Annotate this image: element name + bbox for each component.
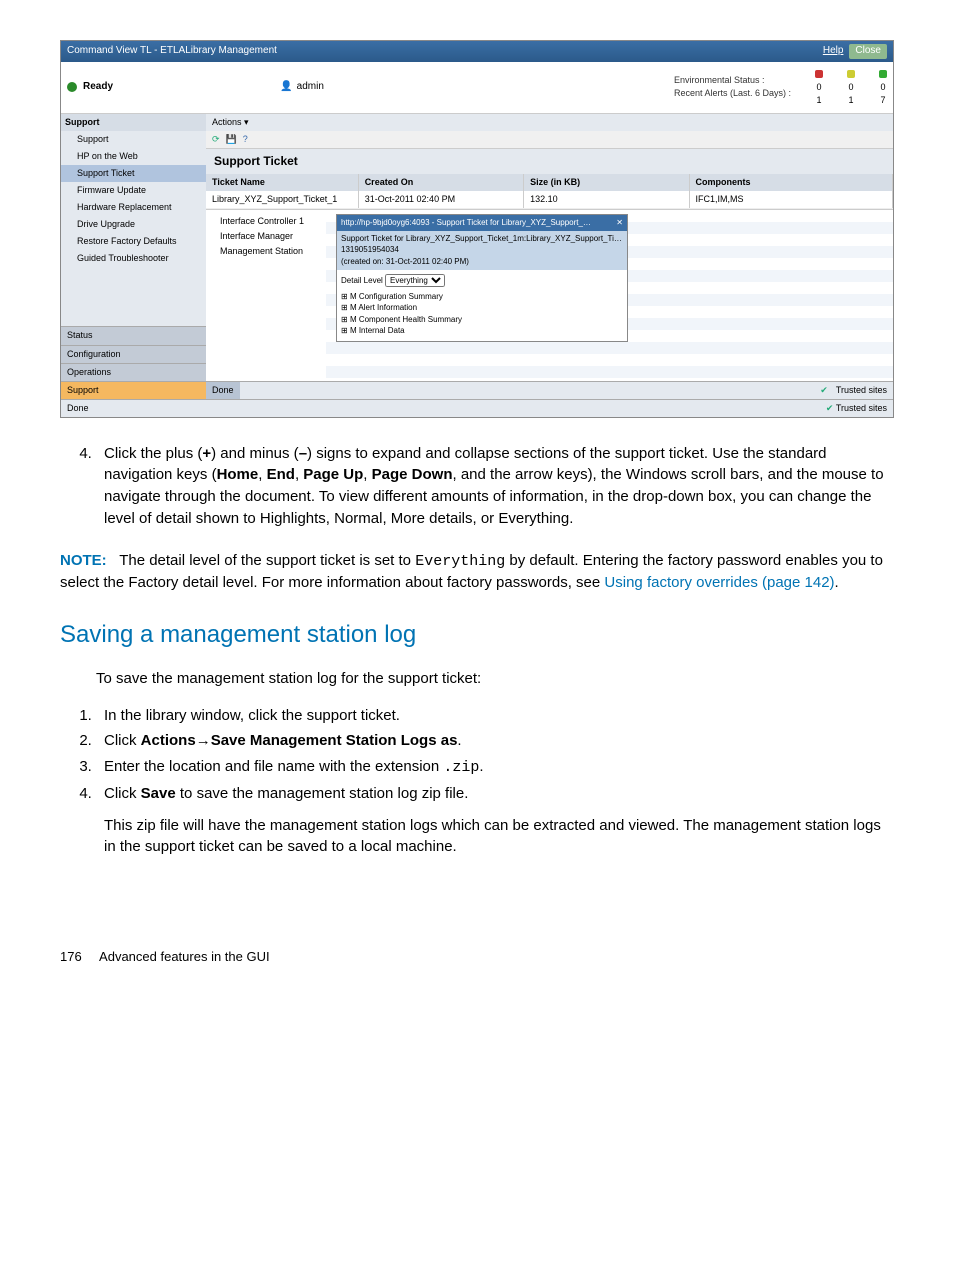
yellow-icon <box>847 70 855 78</box>
close-button[interactable]: Close <box>849 44 887 59</box>
tree-item-ifc[interactable]: Interface Controller 1 <box>206 214 326 229</box>
app-screenshot: Command View TL - ETLALibrary Management… <box>60 40 894 418</box>
window-title: Command View TL - ETLALibrary Management <box>67 44 277 59</box>
sidebar-item-drive[interactable]: Drive Upgrade <box>61 216 206 233</box>
page-title: Advanced features in the GUI <box>99 949 270 964</box>
grid-header: Ticket Name Created On Size (in KB) Comp… <box>206 174 893 191</box>
env-status-label: Environmental Status : <box>674 74 791 87</box>
sidebar-item-support-ticket[interactable]: Support Ticket <box>61 165 206 182</box>
alerts-yel: 1 <box>847 94 855 107</box>
tree-area: Interface Controller 1 Interface Manager… <box>206 209 893 380</box>
cell-created-on: 31-Oct-2011 02:40 PM <box>359 191 524 208</box>
recent-alerts-label: Recent Alerts (Last. 6 Days) : <box>674 87 791 100</box>
status-header: Ready 👤 admin Environmental Status : Rec… <box>61 62 893 114</box>
pane-title: Support Ticket <box>206 149 893 174</box>
footer-trusted-icon: ✔ <box>826 403 834 413</box>
alerts-grn: 7 <box>879 94 887 107</box>
help-link[interactable]: Help <box>823 44 844 59</box>
window-status-bar: Done ✔ Trusted sites <box>61 399 893 417</box>
tree-item-im[interactable]: Interface Manager <box>206 229 326 244</box>
tab-support[interactable]: Support <box>61 381 206 399</box>
inner-status-done: Done <box>206 382 240 399</box>
step-4b-extra: This zip file will have the management s… <box>104 815 894 859</box>
col-created-on: Created On <box>359 174 524 191</box>
cell-ticket-name: Library_XYZ_Support_Ticket_1 <box>206 191 359 208</box>
red-icon <box>815 70 823 78</box>
col-size: Size (in KB) <box>524 174 689 191</box>
footer-done: Done <box>67 402 89 415</box>
footer-trusted: Trusted sites <box>836 403 887 413</box>
env-yel: 0 <box>847 81 855 94</box>
page-number: 176 <box>60 949 82 964</box>
detail-level-label: Detail Level <box>341 276 383 285</box>
cell-components: IFC1,IM,MS <box>690 191 894 208</box>
tree-list: Interface Controller 1 Interface Manager… <box>206 210 326 380</box>
env-red: 0 <box>815 81 823 94</box>
save-icon[interactable]: 💾 <box>226 133 237 146</box>
detail-close-icon[interactable]: ✕ <box>616 217 623 229</box>
detail-item[interactable]: ⊞ M Configuration Summary <box>341 291 623 303</box>
green-icon <box>879 70 887 78</box>
inner-step-list: In the library window, click the support… <box>60 705 894 859</box>
sidebar-item-hardware[interactable]: Hardware Replacement <box>61 199 206 216</box>
cell-size: 132.10 <box>524 191 689 208</box>
detail-titlebar: http://hp-9bjd0oyg6:4093 - Support Ticke… <box>341 217 591 229</box>
alerts-red: 1 <box>815 94 823 107</box>
detail-sub1: Support Ticket for Library_XYZ_Support_T… <box>341 233 623 245</box>
detail-item[interactable]: ⊞ M Alert Information <box>341 302 623 314</box>
tab-status[interactable]: Status <box>61 326 206 344</box>
sidebar-item-restore[interactable]: Restore Factory Defaults <box>61 233 206 250</box>
tree-item-ms[interactable]: Management Station <box>206 244 326 259</box>
tab-configuration[interactable]: Configuration <box>61 345 206 363</box>
sidebar-item-troubleshooter[interactable]: Guided Troubleshooter <box>61 250 206 267</box>
window-titlebar: Command View TL - ETLALibrary Management… <box>61 41 893 62</box>
page-footer: 176 Advanced features in the GUI <box>60 948 894 967</box>
user-label: admin <box>297 80 324 95</box>
sidebar-item-firmware[interactable]: Firmware Update <box>61 182 206 199</box>
detail-level-select[interactable]: Everything <box>385 274 445 287</box>
table-row[interactable]: Library_XYZ_Support_Ticket_1 31-Oct-2011… <box>206 191 893 209</box>
section-heading: Saving a management station log <box>60 618 894 653</box>
detail-pane: http://hp-9bjd0oyg6:4093 - Support Ticke… <box>336 214 628 342</box>
step-2: Click Actions→Save Management Station Lo… <box>96 730 894 752</box>
step-3: Enter the location and file name with th… <box>96 756 894 779</box>
step-1: In the library window, click the support… <box>96 705 894 727</box>
detail-sub3: (created on: 31-Oct-2011 02:40 PM) <box>341 256 623 268</box>
icon-bar: ⟳ 💾 ? <box>206 131 893 149</box>
col-ticket-name: Ticket Name <box>206 174 359 191</box>
note-label: NOTE: <box>60 552 107 569</box>
detail-item[interactable]: ⊞ M Component Health Summary <box>341 314 623 326</box>
main-pane: Actions ▾ ⟳ 💾 ? Support Ticket Ticket Na… <box>206 114 893 399</box>
env-grn: 0 <box>879 81 887 94</box>
user-icon: 👤 <box>280 80 292 95</box>
main-body: Support Support HP on the Web Support Ti… <box>61 114 893 399</box>
col-components: Components <box>690 174 894 191</box>
inner-status-trusted: Trusted sites <box>836 384 887 397</box>
ready-label: Ready <box>83 80 113 95</box>
actions-menu[interactable]: Actions ▾ <box>212 117 249 127</box>
sidebar: Support Support HP on the Web Support Ti… <box>61 114 206 399</box>
detail-item[interactable]: ⊞ M Internal Data <box>341 325 623 337</box>
trusted-icon: ✔ <box>820 384 828 397</box>
sidebar-header: Support <box>61 114 206 131</box>
inner-status-bar: Done ✔ Trusted sites <box>206 381 893 399</box>
sidebar-item-support[interactable]: Support <box>61 131 206 148</box>
outer-step-list: Click the plus (+) and minus (–) signs t… <box>60 443 894 530</box>
ready-icon <box>67 82 77 92</box>
sidebar-item-hp-web[interactable]: HP on the Web <box>61 148 206 165</box>
tab-operations[interactable]: Operations <box>61 363 206 381</box>
note-paragraph: NOTE: The detail level of the support ti… <box>60 550 894 595</box>
section-intro: To save the management station log for t… <box>96 668 894 690</box>
refresh-icon[interactable]: ⟳ <box>212 133 220 146</box>
factory-overrides-link[interactable]: Using factory overrides (page 142) <box>604 574 834 591</box>
help-icon[interactable]: ? <box>243 133 248 146</box>
step-4b: Click Save to save the management statio… <box>96 783 894 858</box>
detail-sub2: 1319051954034 <box>341 244 623 256</box>
step-4: Click the plus (+) and minus (–) signs t… <box>96 443 894 530</box>
